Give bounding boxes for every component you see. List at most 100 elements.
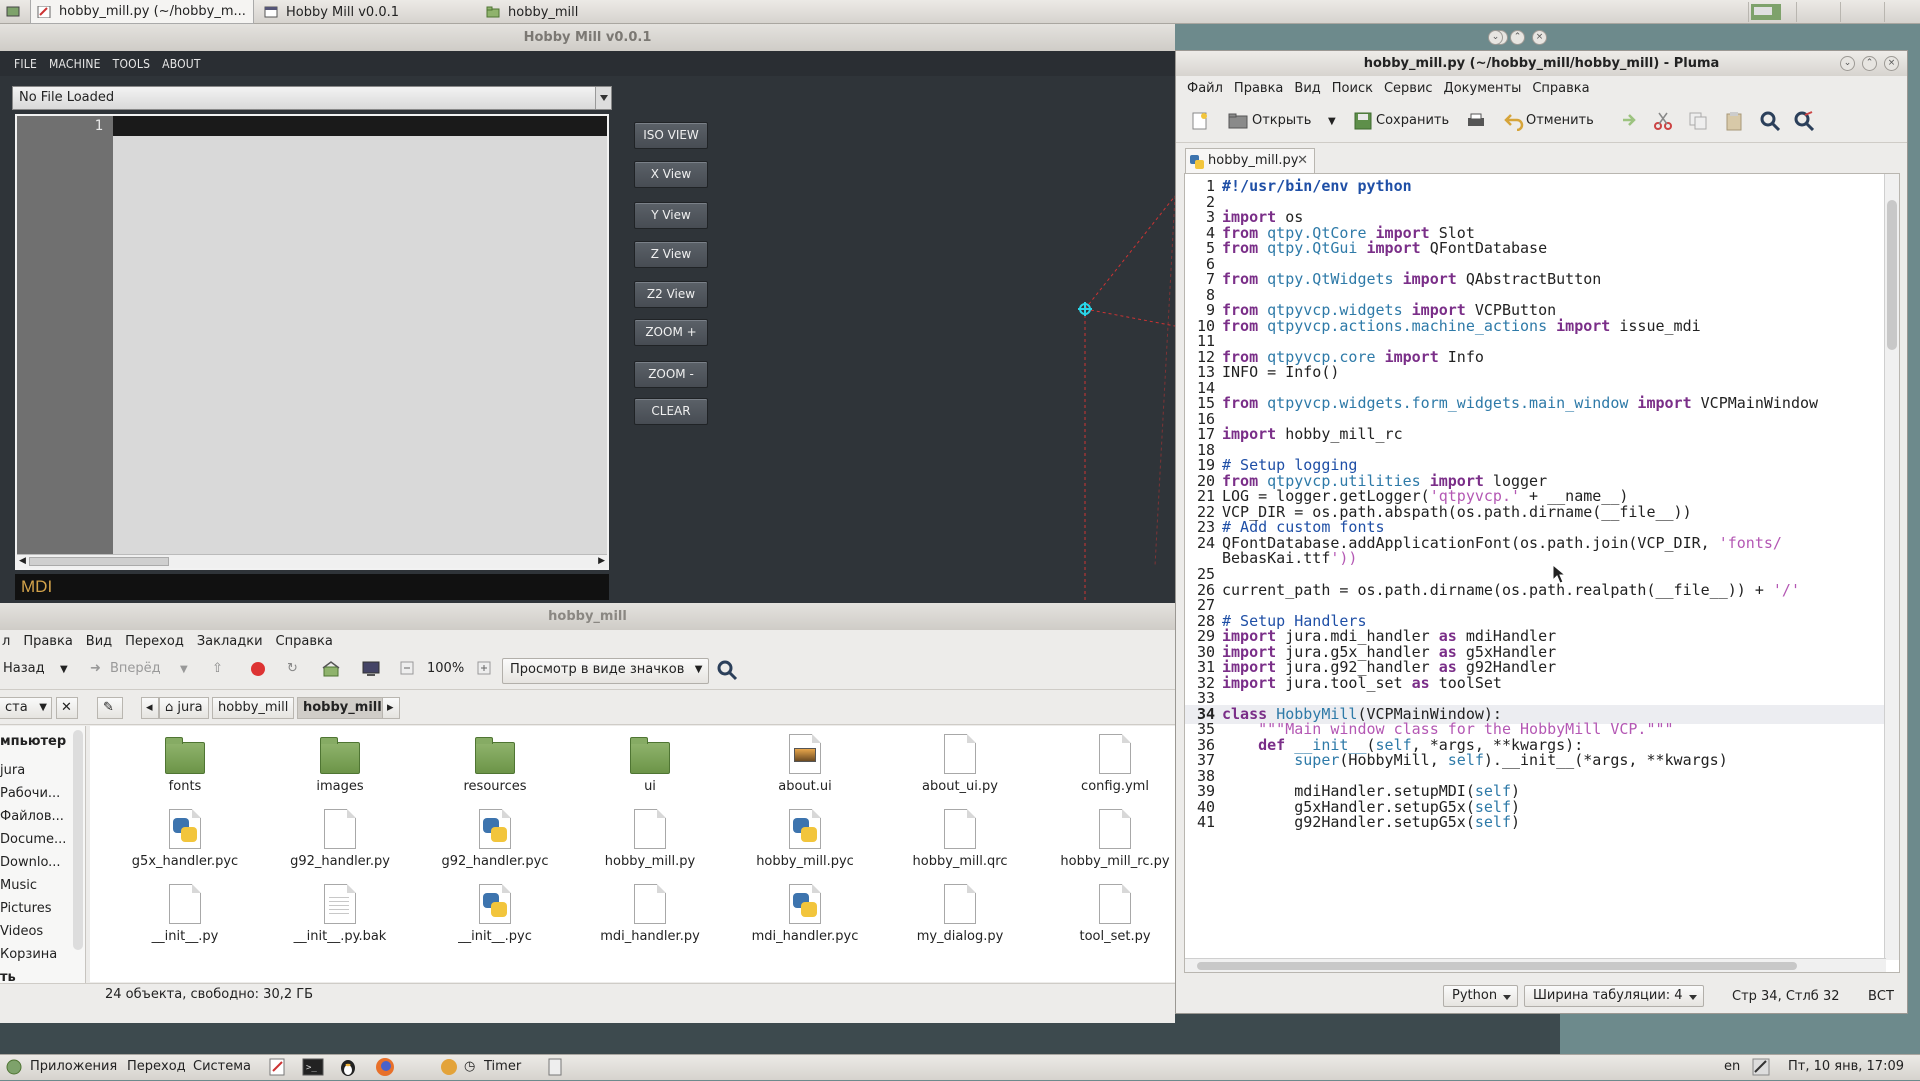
file-item[interactable]: hobby_mill.qrc bbox=[885, 809, 1035, 869]
zoom-out-icon[interactable] bbox=[400, 661, 414, 679]
menu-help[interactable]: Справка bbox=[1532, 81, 1589, 96]
breadcrumb-hobby-mill[interactable]: hobby_mill bbox=[212, 697, 295, 719]
home-icon[interactable] bbox=[322, 661, 340, 681]
paste-icon[interactable] bbox=[1724, 111, 1744, 131]
sidebar-item-jura[interactable]: jura bbox=[0, 763, 25, 778]
network-icon[interactable] bbox=[1752, 1058, 1770, 1080]
close-sidebar-icon[interactable]: ✕ bbox=[56, 697, 78, 719]
search-icon[interactable] bbox=[1760, 111, 1780, 131]
breadcrumb-jura[interactable]: ⌂ jura bbox=[159, 697, 209, 719]
undo-icon[interactable] bbox=[1504, 111, 1524, 131]
view-mode-combo[interactable]: Просмотр в виде значков ▼ bbox=[502, 658, 710, 684]
breadcrumb-hobby-mill-current[interactable]: hobby_mill bbox=[297, 697, 388, 719]
file-item[interactable]: __init__.pyc bbox=[420, 884, 570, 944]
menu-help[interactable]: Справка bbox=[276, 634, 333, 649]
sidebar-item-videos[interactable]: Videos bbox=[0, 924, 43, 939]
editor-hscrollbar[interactable]: ◀ ▶ bbox=[17, 554, 607, 568]
file-item[interactable]: resources bbox=[420, 734, 570, 794]
menu-edit[interactable]: Правка bbox=[23, 634, 72, 649]
menu-file[interactable]: FILE bbox=[14, 57, 37, 71]
new-document-icon[interactable] bbox=[1190, 111, 1210, 131]
file-item[interactable]: hobby_mill.pyc bbox=[730, 809, 880, 869]
sidebar-item-music[interactable]: Music bbox=[0, 878, 37, 893]
file-item[interactable]: tool_set.py bbox=[1040, 884, 1190, 944]
minimize-icon[interactable]: ⌄ bbox=[1840, 56, 1855, 71]
menu-applications[interactable]: Приложения bbox=[30, 1059, 117, 1074]
chevron-down-icon[interactable]: ▼ bbox=[1328, 116, 1336, 127]
terminal-launcher-icon[interactable]: >_ bbox=[302, 1058, 324, 1080]
z2-view-button[interactable]: Z2 View bbox=[634, 281, 708, 308]
open-button[interactable]: Открыть bbox=[1252, 113, 1311, 128]
menu-about[interactable]: ABOUT bbox=[162, 57, 201, 71]
menu-tools[interactable]: TOOLS bbox=[113, 57, 150, 71]
file-item[interactable]: images bbox=[265, 734, 415, 794]
file-combo[interactable]: No File Loaded bbox=[12, 86, 612, 110]
menu-go[interactable]: Переход bbox=[125, 634, 184, 649]
task-hobby-mill[interactable]: Hobby Mill v0.0.1 bbox=[258, 0, 478, 24]
file-item[interactable]: g5x_handler.pyc bbox=[110, 809, 260, 869]
sidebar-item-desktop[interactable]: Рабочи... bbox=[0, 786, 60, 801]
clear-button[interactable]: CLEAR bbox=[634, 398, 708, 425]
zoom-in-icon[interactable] bbox=[477, 661, 491, 679]
show-desktop-button[interactable] bbox=[0, 0, 30, 24]
workspace-switcher-3[interactable] bbox=[1840, 2, 1880, 22]
code-vscrollbar[interactable] bbox=[1884, 174, 1899, 960]
task-pluma[interactable]: hobby_mill.py (~/hobby_m... bbox=[30, 0, 254, 24]
scroll-left-icon[interactable]: ◀ bbox=[19, 556, 26, 566]
z-view-button[interactable]: Z View bbox=[634, 241, 708, 268]
chevron-right-icon[interactable]: ▸ bbox=[382, 697, 400, 719]
firefox-launcher-icon[interactable] bbox=[375, 1057, 395, 1081]
language-combo[interactable]: Python bbox=[1443, 985, 1519, 1007]
computer-icon[interactable] bbox=[362, 661, 380, 681]
sidebar-item-trash[interactable]: Корзина bbox=[0, 947, 57, 962]
scroll-thumb[interactable] bbox=[1197, 962, 1797, 970]
menu-file[interactable]: л bbox=[2, 634, 10, 649]
maximize-icon[interactable]: ⌃ bbox=[1510, 30, 1525, 45]
show-desktop-icon[interactable] bbox=[548, 1058, 562, 1080]
up-icon[interactable]: ⇧ bbox=[212, 661, 223, 676]
file-item[interactable]: hobby_mill_rc.py bbox=[1040, 809, 1190, 869]
file-item[interactable]: __init__.py.bak bbox=[265, 884, 415, 944]
search-icon[interactable] bbox=[716, 659, 738, 685]
file-item[interactable]: hobby_mill.py bbox=[575, 809, 725, 869]
undo-button[interactable]: Отменить bbox=[1526, 113, 1594, 128]
reload-icon[interactable]: ↻ bbox=[287, 661, 298, 676]
gcode-editor[interactable]: 1 ◀ ▶ bbox=[15, 114, 609, 570]
workspace-switcher-1[interactable] bbox=[1748, 2, 1792, 22]
code-view[interactable]: 1 #!/usr/bin/env python 2 3 import os 4 from q… bbox=[1184, 173, 1900, 973]
menu-tools[interactable]: Сервис bbox=[1384, 81, 1433, 96]
workspace-switcher-2[interactable] bbox=[1796, 2, 1836, 22]
task-file-manager[interactable]: hobby_mill bbox=[480, 0, 700, 24]
redo-icon[interactable] bbox=[1616, 111, 1636, 131]
edit-location-icon[interactable]: ✎ bbox=[97, 697, 123, 719]
menu-bookmarks[interactable]: Закладки bbox=[197, 634, 263, 649]
close-tab-icon[interactable]: ✕ bbox=[1297, 149, 1308, 173]
forward-button[interactable]: Вперёд bbox=[110, 661, 161, 676]
save-icon[interactable] bbox=[1353, 111, 1373, 131]
chevron-down-icon[interactable] bbox=[595, 87, 611, 109]
file-item[interactable]: __init__.py bbox=[110, 884, 260, 944]
chevron-down-icon[interactable]: ▼ bbox=[60, 664, 68, 675]
print-icon[interactable] bbox=[1466, 111, 1486, 131]
location-combo[interactable]: ста ▼ bbox=[0, 697, 52, 719]
close-icon[interactable]: × bbox=[1884, 56, 1899, 71]
sidebar-item-pictures[interactable]: Pictures bbox=[0, 901, 51, 916]
sidebar-item-downloads[interactable]: Downlo... bbox=[0, 855, 61, 870]
timer-applet-icon[interactable] bbox=[440, 1058, 458, 1080]
save-button[interactable]: Сохранить bbox=[1376, 113, 1449, 128]
x-view-button[interactable]: X View bbox=[634, 161, 708, 188]
replace-icon[interactable] bbox=[1794, 111, 1814, 131]
close-icon[interactable]: × bbox=[1532, 30, 1547, 45]
scroll-thumb[interactable] bbox=[29, 557, 169, 566]
file-item[interactable]: g92_handler.pyc bbox=[420, 809, 570, 869]
file-item[interactable]: about.ui bbox=[730, 734, 880, 794]
file-item[interactable]: fonts bbox=[110, 734, 260, 794]
sidebar-item-documents[interactable]: Docume... bbox=[0, 832, 66, 847]
iso-view-button[interactable]: ISO VIEW bbox=[634, 122, 708, 149]
cut-icon[interactable] bbox=[1653, 111, 1673, 131]
mdi-input[interactable]: MDI bbox=[15, 574, 609, 600]
menu-places[interactable]: Переход bbox=[127, 1059, 186, 1074]
menu-view[interactable]: Вид bbox=[1294, 81, 1320, 96]
maximize-icon[interactable]: ⌃ bbox=[1862, 56, 1877, 71]
menu-documents[interactable]: Документы bbox=[1444, 81, 1522, 96]
